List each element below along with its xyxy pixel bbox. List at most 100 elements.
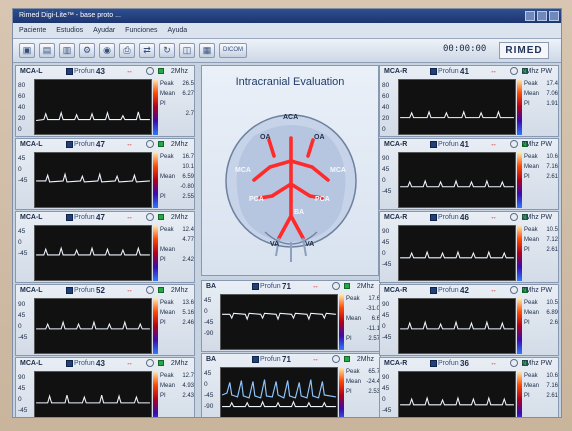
waveform-trace <box>222 312 336 321</box>
direction-arrows-icon[interactable]: ↔ <box>490 212 497 223</box>
depth-value[interactable]: 42 <box>460 285 469 296</box>
checkbox-icon[interactable] <box>158 287 164 293</box>
settings-icon[interactable] <box>332 355 340 363</box>
menu-item-estudios[interactable]: Estudios <box>56 23 83 38</box>
minimize-button[interactable] <box>525 11 535 21</box>
doppler-waveform <box>34 79 152 135</box>
channel-panel-left-2[interactable]: MCA-L Profun 47 ↔ 2Mhz 45 0 -45 Peak 16.7… <box>15 138 195 210</box>
depth-value[interactable]: 52 <box>96 285 105 296</box>
checkbox-icon[interactable] <box>158 68 164 74</box>
channel-panel-right-5[interactable]: MCA-R Profun 36 ↔ 2Mhz PW 90 45 0 -45 Pe… <box>379 357 559 417</box>
patient-icon[interactable]: ▣ <box>19 43 35 58</box>
checkbox-icon[interactable] <box>158 141 164 147</box>
checkbox-icon[interactable] <box>344 356 350 362</box>
settings-icon[interactable] <box>510 359 518 367</box>
direction-arrows-icon[interactable]: ↔ <box>126 66 133 77</box>
network-icon[interactable]: ⇄ <box>139 43 155 58</box>
value-label: Mean <box>524 91 540 97</box>
direction-arrows-icon[interactable]: ↔ <box>126 285 133 296</box>
depth-value[interactable]: 41 <box>460 139 469 150</box>
settings-icon[interactable] <box>510 140 518 148</box>
channel-panel-center-2[interactable]: BA Profun 71 ↔ 2Mhz 45 0 -45 -90 Peak 65.… <box>201 353 381 417</box>
menu-item-ayudar[interactable]: Ayudar <box>93 23 115 38</box>
channel-panel-right-3[interactable]: MCA-R Profun 46 ↔ 2Mhz PW 90 45 0 -45 Pe… <box>379 211 559 283</box>
direction-arrows-icon[interactable]: ↔ <box>490 285 497 296</box>
scale-tick: 45 <box>204 297 212 304</box>
chart-icon[interactable]: ▤ <box>39 43 55 58</box>
settings-icon[interactable] <box>146 213 154 221</box>
settings-icon[interactable] <box>510 213 518 221</box>
checkbox-icon[interactable] <box>158 360 164 366</box>
direction-arrows-icon[interactable]: ↔ <box>312 354 319 365</box>
settings-icon[interactable]: ⚙ <box>79 43 95 58</box>
channel-panel-right-2[interactable]: MCA-R Profun 41 ↔ 2Mhz PW 90 45 0 -45 Pe… <box>379 138 559 210</box>
channel-panel-left-4[interactable]: MCA-L Profun 52 ↔ 2Mhz 90 45 0 -45 Peak 1… <box>15 284 195 356</box>
depth-value[interactable]: 47 <box>96 212 105 223</box>
scale-tick: 45 <box>18 228 26 235</box>
depth-label: Profun <box>260 356 281 363</box>
value-number: 7.16 <box>546 164 558 170</box>
y-scale: 90 45 0 -45 <box>382 372 398 417</box>
maximize-button[interactable] <box>537 11 547 21</box>
value-label: Mean <box>160 91 176 97</box>
settings-icon[interactable] <box>510 286 518 294</box>
depth-value[interactable]: 71 <box>282 354 291 365</box>
value-number: 6.59 <box>182 174 194 180</box>
settings-icon[interactable] <box>146 140 154 148</box>
direction-arrows-icon[interactable]: ↔ <box>312 281 319 292</box>
settings-icon[interactable] <box>146 67 154 75</box>
computer-icon[interactable]: ▦ <box>199 43 215 58</box>
depth-value[interactable]: 43 <box>96 66 105 77</box>
depth-value[interactable]: 46 <box>460 212 469 223</box>
direction-arrows-icon[interactable]: ↔ <box>126 139 133 150</box>
checkbox-icon[interactable] <box>158 214 164 220</box>
value-label: Peak <box>160 373 174 379</box>
doppler-waveform <box>34 298 152 354</box>
channel-panel-right-4[interactable]: MCA-R Profun 42 ↔ 2Mhz PW 90 45 0 -45 Pe… <box>379 284 559 356</box>
value-number: 16.7 <box>182 154 194 160</box>
depth-value[interactable]: 36 <box>460 358 469 369</box>
menu-item-ayuda[interactable]: Ayuda <box>167 23 187 38</box>
checkbox-icon[interactable] <box>344 283 350 289</box>
value-number: 4.93 <box>182 383 194 389</box>
depth-value[interactable]: 71 <box>282 281 291 292</box>
frequency-label: 2Mhz <box>170 68 188 75</box>
direction-arrows-icon[interactable]: ↔ <box>126 358 133 369</box>
measurement-values: Peak 13.6 Mean 5.16 PI 2.46 <box>160 298 194 354</box>
channel-panel-right-1[interactable]: MCA-R Profun 41 ↔ 2Mhz PW 80 60 40 20 0 … <box>379 65 559 137</box>
vessel-label-mca-right: MCA <box>330 167 346 174</box>
channel-panel-center-1[interactable]: BA Profun 71 ↔ 2Mhz 45 0 -45 -90 Peak 17.… <box>201 280 381 352</box>
menu-item-funciones[interactable]: Funciones <box>125 23 157 38</box>
scale-tick: 90 <box>382 228 390 235</box>
channel-panel-left-1[interactable]: MCA-L Profun 43 ↔ 2Mhz 80 60 40 20 0 Pea… <box>15 65 195 137</box>
refresh-icon[interactable]: ↻ <box>159 43 175 58</box>
disk-icon[interactable]: ◫ <box>179 43 195 58</box>
direction-arrows-icon[interactable]: ↔ <box>490 358 497 369</box>
direction-arrows-icon[interactable]: ↔ <box>490 139 497 150</box>
value-number: 2.6 <box>549 320 558 326</box>
depth-label: Profun <box>74 141 95 148</box>
print-icon[interactable]: ⎙ <box>119 43 135 58</box>
settings-icon[interactable] <box>332 282 340 290</box>
settings-icon[interactable] <box>510 67 518 75</box>
channel-panel-left-5[interactable]: MCA-L Profun 43 ↔ 2Mhz 90 45 0 -45 Peak 1… <box>15 357 195 417</box>
folder-icon[interactable]: ▥ <box>59 43 75 58</box>
settings-icon[interactable] <box>146 286 154 294</box>
channel-panel-left-3[interactable]: MCA-L Profun 47 ↔ 2Mhz 45 0 -45 Peak 12.4… <box>15 211 195 283</box>
close-button[interactable] <box>549 11 559 21</box>
direction-arrows-icon[interactable]: ↔ <box>126 212 133 223</box>
value-label: PI <box>524 101 530 107</box>
menu-item-paciente[interactable]: Paciente <box>19 23 46 38</box>
y-scale: 80 60 40 20 0 <box>18 80 34 136</box>
dicom-button[interactable]: DICOM <box>219 43 247 58</box>
settings-icon[interactable] <box>146 359 154 367</box>
waveform-trace <box>400 110 514 119</box>
depth-value[interactable]: 41 <box>460 66 469 77</box>
vessel-label-mca-left: MCA <box>235 167 251 174</box>
record-icon[interactable]: ◉ <box>99 43 115 58</box>
panel-header: BA Profun 71 ↔ 2Mhz <box>202 354 380 365</box>
panel-header: MCA-R Profun 36 ↔ 2Mhz PW <box>380 358 558 369</box>
depth-value[interactable]: 47 <box>96 139 105 150</box>
depth-value[interactable]: 43 <box>96 358 105 369</box>
direction-arrows-icon[interactable]: ↔ <box>490 66 497 77</box>
